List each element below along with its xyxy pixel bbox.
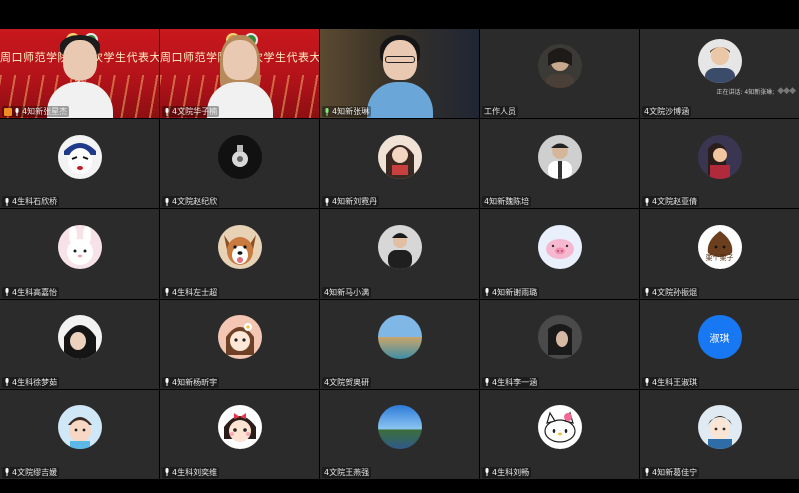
participant-name: 4生科高嘉怡 xyxy=(2,286,60,298)
profile-photo-icon xyxy=(537,44,582,89)
participant-tile[interactable]: 4文院赵纪欣 xyxy=(160,119,319,209)
participant-name: 4文院贺奥研 xyxy=(322,376,372,388)
participant-tile[interactable]: 4生科石欣桥 xyxy=(0,119,159,209)
opera-mask-avatar-icon xyxy=(57,134,102,179)
dog-avatar-icon xyxy=(217,224,262,269)
profile-photo-icon xyxy=(697,39,742,84)
mic-icon xyxy=(325,197,329,206)
profile-photo-icon xyxy=(537,315,582,360)
participant-name: 4文院赵纪欣 xyxy=(162,196,220,208)
mic-icon xyxy=(645,197,649,206)
initials-avatar-text: 淑琪 xyxy=(709,333,730,345)
active-speaker-indicator: 正在讲话: 4知新张琳; ◆◆◆ xyxy=(716,86,796,96)
mic-icon xyxy=(485,378,489,387)
participant-name: 4知新魏陈培 xyxy=(482,196,532,208)
baby-avatar-icon xyxy=(57,405,102,450)
participant-tile[interactable]: 4生科李一涵 xyxy=(480,299,639,389)
profile-photo-icon xyxy=(57,315,102,360)
participant-name: 工作人员 xyxy=(482,106,518,118)
profile-photo-icon xyxy=(377,134,422,179)
mic-icon xyxy=(15,107,19,116)
participant-tile[interactable]: 周口师范学院第二次学生代表大会 第十团 4文院华子楠 xyxy=(160,29,319,119)
participant-name: 4知新刘霓丹 xyxy=(322,196,380,208)
participant-name: 4知新杨昕宇 xyxy=(162,376,220,388)
chestnut-avatar-icon: 栗个栗子 xyxy=(697,224,742,269)
mic-icon xyxy=(5,378,9,387)
mic-icon xyxy=(645,378,649,387)
participant-tile[interactable]: 4生科徐梦茹 xyxy=(0,299,159,389)
participant-name: 4知新张星杰 xyxy=(2,106,70,118)
mic-icon xyxy=(645,288,649,297)
anime-boy-avatar-icon xyxy=(697,405,742,450)
mic-icon xyxy=(485,468,489,477)
participant-name: 4文院赵亚倩 xyxy=(642,196,700,208)
host-icon xyxy=(4,107,12,116)
mic-icon xyxy=(5,468,9,477)
participant-tile[interactable]: 4文院缪吉媛 xyxy=(0,389,159,479)
participant-name: 4生科徐梦茹 xyxy=(2,376,60,388)
participant-name: 4生科左士超 xyxy=(162,286,220,298)
participant-tile[interactable]: 正在讲话: 4知新张琳; ◆◆◆ 4文院沙博涵 xyxy=(640,29,799,119)
mic-icon xyxy=(165,378,169,387)
profile-photo-icon xyxy=(697,134,742,179)
participant-tile[interactable]: 4文院贺奥研 xyxy=(320,299,479,389)
mic-icon xyxy=(325,107,329,116)
bunny-avatar-icon xyxy=(57,224,102,269)
mic-icon xyxy=(165,197,169,206)
video-person xyxy=(365,32,435,119)
participant-tile[interactable]: 4知新刘霓丹 xyxy=(320,119,479,209)
participant-name: 4文院沙博涵 xyxy=(642,106,692,118)
participant-tile[interactable]: 工作人员 xyxy=(480,29,639,119)
participant-name: 4生科石欣桥 xyxy=(2,196,60,208)
participant-name: 4生科王淑琪 xyxy=(642,376,700,388)
participant-name: 4知新葛佳宁 xyxy=(642,466,700,478)
participant-tile[interactable]: 栗个栗子 4文院孙振焜 xyxy=(640,209,799,299)
mic-icon xyxy=(165,288,169,297)
participant-name: 4知新马小满 xyxy=(322,286,372,298)
participant-name: 4文院王燕强 xyxy=(322,466,372,478)
participant-tile[interactable]: 4知新杨昕宇 xyxy=(160,299,319,389)
participant-tile[interactable]: 4生科左士超 xyxy=(160,209,319,299)
trophy-avatar-icon xyxy=(217,134,262,179)
chestnut-avatar-text: 栗个栗子 xyxy=(705,253,734,262)
participant-tile[interactable]: 4知新葛佳宁 xyxy=(640,389,799,479)
cartoon-girl-avatar-icon xyxy=(217,315,262,360)
mic-icon xyxy=(5,197,9,206)
window-top-bar xyxy=(0,0,799,28)
participant-name: 4知新张琳 xyxy=(322,106,372,118)
participant-name: 4文院华子楠 xyxy=(162,106,220,118)
participant-tile[interactable]: 4文院王燕强 xyxy=(320,389,479,479)
participant-tile[interactable]: 4知新魏陈培 xyxy=(480,119,639,209)
mic-icon xyxy=(165,107,169,116)
participant-name: 4文院缪吉媛 xyxy=(2,466,60,478)
hello-kitty-avatar-icon xyxy=(537,405,582,450)
profile-photo-icon xyxy=(377,224,422,269)
participant-tile[interactable]: 4文院赵亚倩 xyxy=(640,119,799,209)
participant-tile[interactable]: 淑琪 4生科王淑琪 xyxy=(640,299,799,389)
participant-name: 4文院孙振焜 xyxy=(642,286,700,298)
mic-icon xyxy=(5,288,9,297)
participant-name: 4知新谢雨璐 xyxy=(482,286,540,298)
participant-gallery: 周口师范学院第二次学生代表大会 第 4知新张星杰 周口师范学院第二次学生代表大会… xyxy=(0,29,799,479)
mic-icon xyxy=(165,468,169,477)
participant-tile[interactable]: 周口师范学院第二次学生代表大会 第 4知新张星杰 xyxy=(0,29,159,119)
initials-avatar-icon: 淑琪 xyxy=(697,315,742,360)
participant-tile[interactable]: 4知新马小满 xyxy=(320,209,479,299)
participant-tile[interactable]: 4生科高嘉怡 xyxy=(0,209,159,299)
participant-name: 4生科李一涵 xyxy=(482,376,540,388)
mic-icon xyxy=(645,468,649,477)
landscape-avatar-icon xyxy=(377,405,422,450)
participant-tile[interactable]: 4知新张琳 xyxy=(320,29,479,119)
participant-name: 4生科刘奕维 xyxy=(162,466,220,478)
profile-photo-icon xyxy=(537,134,582,179)
landscape-avatar-icon xyxy=(377,315,422,360)
participant-name: 4生科刘畅 xyxy=(482,466,532,478)
participant-tile[interactable]: 4生科刘畅 xyxy=(480,389,639,479)
pig-avatar-icon xyxy=(537,224,582,269)
participant-tile[interactable]: 4知新谢雨璐 xyxy=(480,209,639,299)
participant-tile[interactable]: 4生科刘奕维 xyxy=(160,389,319,479)
mic-icon xyxy=(485,288,489,297)
cartoon-girl-avatar-icon xyxy=(217,405,262,450)
